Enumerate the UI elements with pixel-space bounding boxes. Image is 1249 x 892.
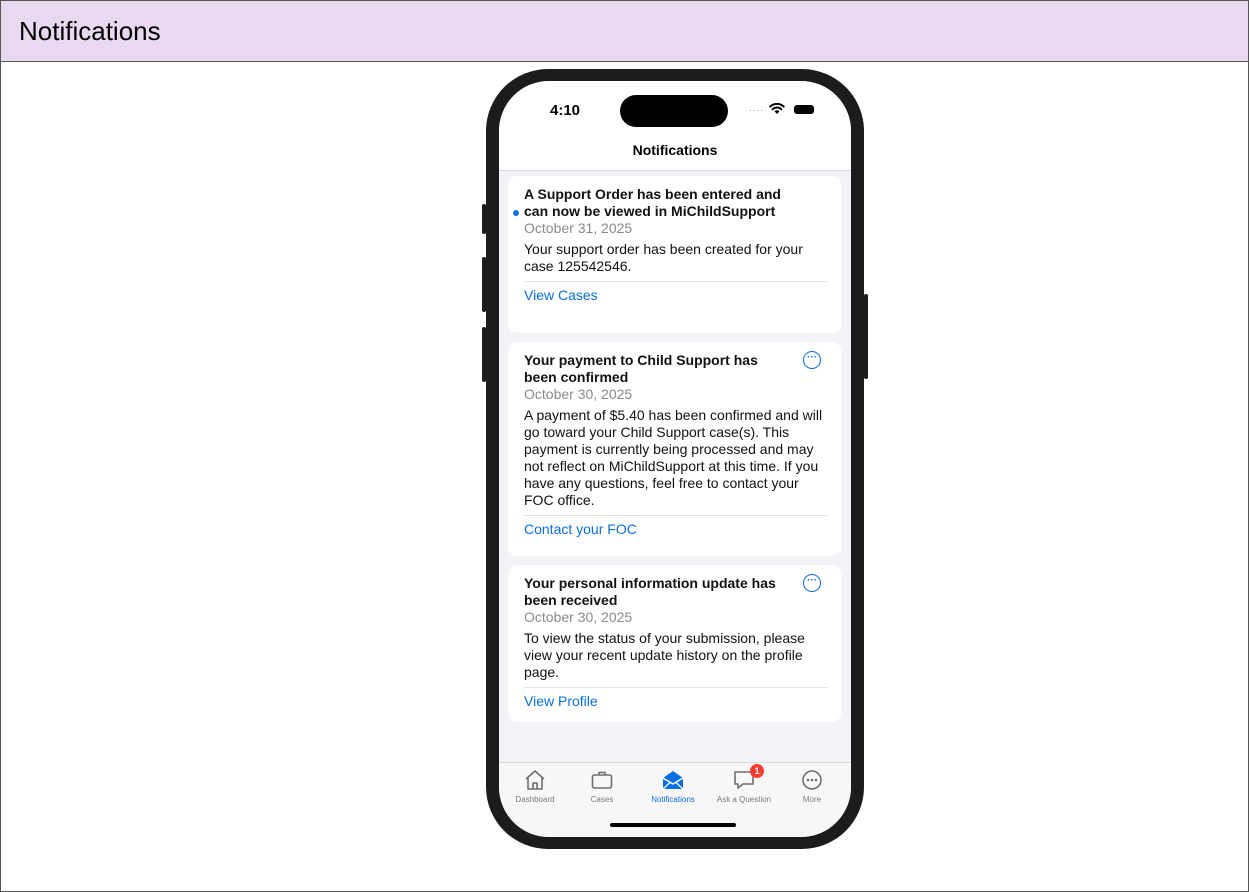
dynamic-island <box>620 95 728 127</box>
view-cases-link[interactable]: View Cases <box>524 282 827 308</box>
notification-badge: 1 <box>750 764 764 778</box>
contact-foc-link[interactable]: Contact your FOC <box>524 516 827 542</box>
home-indicator[interactable] <box>610 823 736 827</box>
notification-card[interactable]: A Support Order has been entered and can… <box>508 176 841 333</box>
ellipsis-circle-icon[interactable]: ··· <box>803 351 821 369</box>
phone-power-button <box>864 294 868 379</box>
view-profile-link[interactable]: View Profile <box>524 688 827 714</box>
notification-date: October 30, 2025 <box>524 609 633 625</box>
tab-label: Ask a Question <box>716 795 772 804</box>
tab-ask-a-question[interactable]: 1 Ask a Question <box>709 764 779 804</box>
notification-body: A payment of $5.40 has been confirmed an… <box>524 407 823 508</box>
battery-icon <box>794 105 814 114</box>
briefcase-icon <box>591 771 613 789</box>
figure-header: Notifications <box>1 1 1248 62</box>
tab-label: Notifications <box>651 795 695 804</box>
notification-title: Your personal information update has bee… <box>524 575 776 608</box>
phone-device: 4:10 .... Notifications A Support Order … <box>482 69 868 849</box>
notification-date: October 30, 2025 <box>524 386 633 402</box>
nav-title: Notifications <box>632 142 718 158</box>
notification-title: Your payment to Child Support has been c… <box>524 352 758 385</box>
tab-notifications[interactable]: Notifications <box>638 767 708 804</box>
notification-body: To view the status of your submission, p… <box>524 630 805 680</box>
envelope-icon <box>662 771 684 790</box>
phone-volume-down-button <box>482 327 486 382</box>
ellipsis-circle-icon <box>802 770 822 790</box>
phone-action-button <box>482 204 486 234</box>
ellipsis-circle-icon[interactable]: ··· <box>803 574 821 592</box>
notification-card[interactable]: ··· Your payment to Child Support has be… <box>508 342 841 556</box>
notification-card[interactable]: ··· Your personal information update has… <box>508 565 841 722</box>
house-icon <box>525 770 545 790</box>
tab-dashboard[interactable]: Dashboard <box>500 767 570 804</box>
figure-title: Notifications <box>19 15 161 46</box>
wifi-icon <box>769 102 785 114</box>
figure-frame: Notifications 4:10 .... Notifications A … <box>0 0 1249 892</box>
notification-date: October 31, 2025 <box>524 220 633 236</box>
tab-cases[interactable]: Cases <box>567 767 637 804</box>
phone-volume-up-button <box>482 257 486 312</box>
status-time: 4:10 <box>550 102 581 119</box>
tab-label: More <box>802 795 822 804</box>
unread-dot-icon <box>513 210 519 216</box>
phone-screen: 4:10 .... Notifications A Support Order … <box>499 81 851 837</box>
notification-body: Your support order has been created for … <box>524 241 803 274</box>
tab-more[interactable]: More <box>777 767 847 804</box>
nav-bar: Notifications <box>499 139 851 171</box>
tab-label: Cases <box>590 795 614 804</box>
signal-dots: .... <box>749 103 765 114</box>
status-bar: 4:10 .... <box>499 81 851 139</box>
tab-label: Dashboard <box>515 795 555 804</box>
notification-title: A Support Order has been entered and can… <box>524 186 781 219</box>
